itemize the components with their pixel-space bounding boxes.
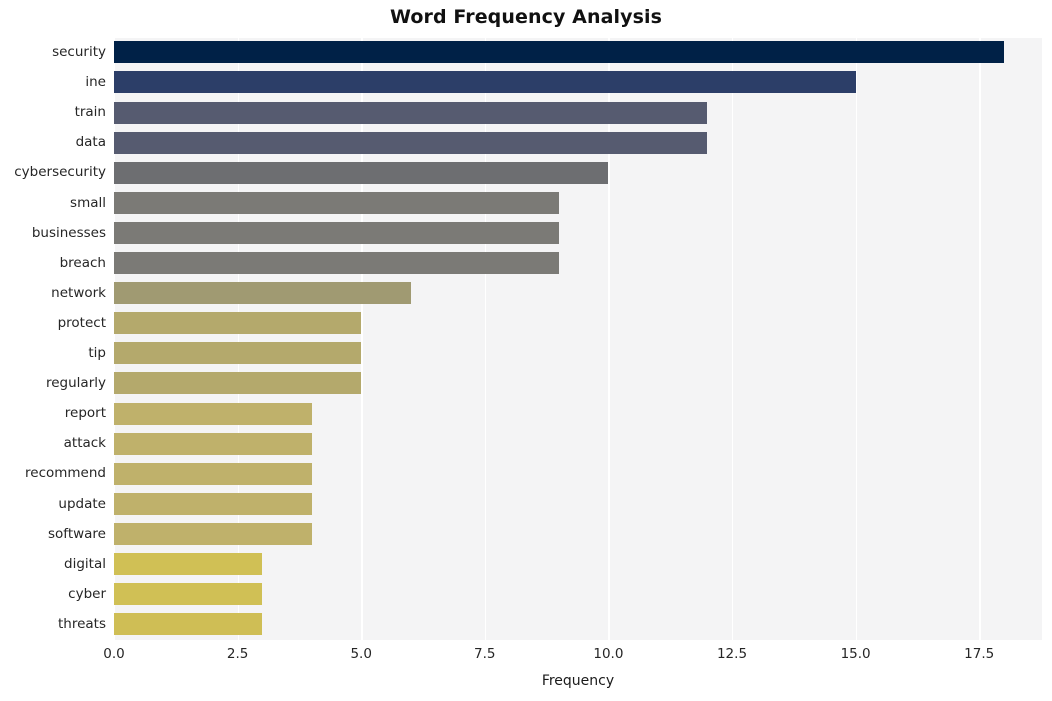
- bar-row: [114, 279, 1042, 308]
- x-tick-label-4: 10.0: [593, 646, 624, 662]
- bar-row: [114, 550, 1042, 579]
- bar-row: [114, 158, 1042, 187]
- bar-row: [114, 429, 1042, 458]
- x-axis-title: Frequency: [541, 673, 615, 689]
- y-tick-label-breach: breach: [59, 254, 106, 271]
- y-tick-label-regularly: regularly: [46, 375, 106, 392]
- bar-report[interactable]: [114, 402, 312, 425]
- y-tick-label-attack: attack: [63, 435, 106, 452]
- bar-protect[interactable]: [114, 312, 362, 335]
- bar-recommend[interactable]: [114, 462, 312, 485]
- bar-breach[interactable]: [114, 252, 559, 275]
- bar-cyber[interactable]: [114, 583, 263, 606]
- y-tick-label-cyber: cyber: [68, 585, 106, 602]
- y-tick-label-protect: protect: [57, 314, 106, 331]
- y-tick-label-data: data: [75, 134, 106, 151]
- bar-row: [114, 128, 1042, 157]
- x-tick-label-6: 15.0: [840, 646, 871, 662]
- bar-cybersecurity[interactable]: [114, 161, 609, 184]
- bar-tip[interactable]: [114, 342, 362, 365]
- y-tick-label-train: train: [74, 104, 106, 121]
- bar-row: [114, 38, 1042, 67]
- chart-title: Word Frequency Analysis: [389, 6, 663, 28]
- y-tick-label-businesses: businesses: [31, 224, 106, 241]
- bar-ine[interactable]: [114, 71, 856, 94]
- y-tick-label-digital: digital: [64, 555, 106, 572]
- bar-row: [114, 219, 1042, 248]
- bar-row: [114, 520, 1042, 549]
- y-tick-label-cybersecurity: cybersecurity: [14, 164, 106, 181]
- x-tick-label-7: 17.5: [964, 646, 995, 662]
- bar-update[interactable]: [114, 492, 312, 515]
- bar-row: [114, 309, 1042, 338]
- bar-row: [114, 459, 1042, 488]
- bar-row: [114, 399, 1042, 428]
- bar-row: [114, 68, 1042, 97]
- plot-area: [114, 38, 1042, 640]
- bars-layer: [114, 38, 1042, 640]
- x-axis-tick-labels: 0.0 2.5 5.0 7.5 10.0 12.5 15.0 17.5: [103, 640, 1042, 670]
- y-tick-label-recommend: recommend: [25, 465, 106, 482]
- bar-regularly[interactable]: [114, 372, 362, 395]
- bar-data[interactable]: [114, 131, 708, 154]
- bar-software[interactable]: [114, 522, 312, 545]
- bar-threats[interactable]: [114, 613, 263, 636]
- y-tick-label-small: small: [70, 194, 106, 211]
- y-tick-label-threats: threats: [57, 615, 106, 632]
- bar-businesses[interactable]: [114, 221, 559, 244]
- x-tick-label-0: 0.0: [103, 646, 125, 662]
- bar-row: [114, 249, 1042, 278]
- x-tick-label-1: 2.5: [226, 646, 249, 662]
- bar-row: [114, 98, 1042, 127]
- bar-row: [114, 580, 1042, 609]
- y-tick-label-tip: tip: [88, 345, 106, 361]
- y-tick-label-report: report: [64, 405, 106, 422]
- bar-train[interactable]: [114, 101, 708, 124]
- x-tick-label-5: 12.5: [716, 646, 748, 662]
- bar-small[interactable]: [114, 191, 559, 214]
- x-tick-label-3: 7.5: [474, 646, 496, 662]
- bar-network[interactable]: [114, 282, 411, 305]
- bar-row: [114, 369, 1042, 398]
- y-axis-tick-labels: security ine train data cybersecurity small bu…: [0, 38, 106, 640]
- y-tick-label-ine: ine: [85, 74, 106, 91]
- bar-security[interactable]: [114, 41, 1004, 64]
- bar-row: [114, 610, 1042, 639]
- y-tick-label-network: network: [51, 284, 106, 301]
- word-frequency-chart-figure: Word Frequency Analysis security ine train…: [0, 0, 1052, 701]
- bar-row: [114, 339, 1042, 368]
- bar-row: [114, 490, 1042, 519]
- y-tick-label-update: update: [58, 495, 106, 512]
- y-tick-label-software: software: [48, 525, 106, 542]
- y-tick-label-security: security: [52, 44, 106, 60]
- x-tick-label-2: 5.0: [350, 646, 372, 662]
- bar-attack[interactable]: [114, 432, 312, 455]
- bar-row: [114, 189, 1042, 218]
- bar-digital[interactable]: [114, 553, 263, 576]
